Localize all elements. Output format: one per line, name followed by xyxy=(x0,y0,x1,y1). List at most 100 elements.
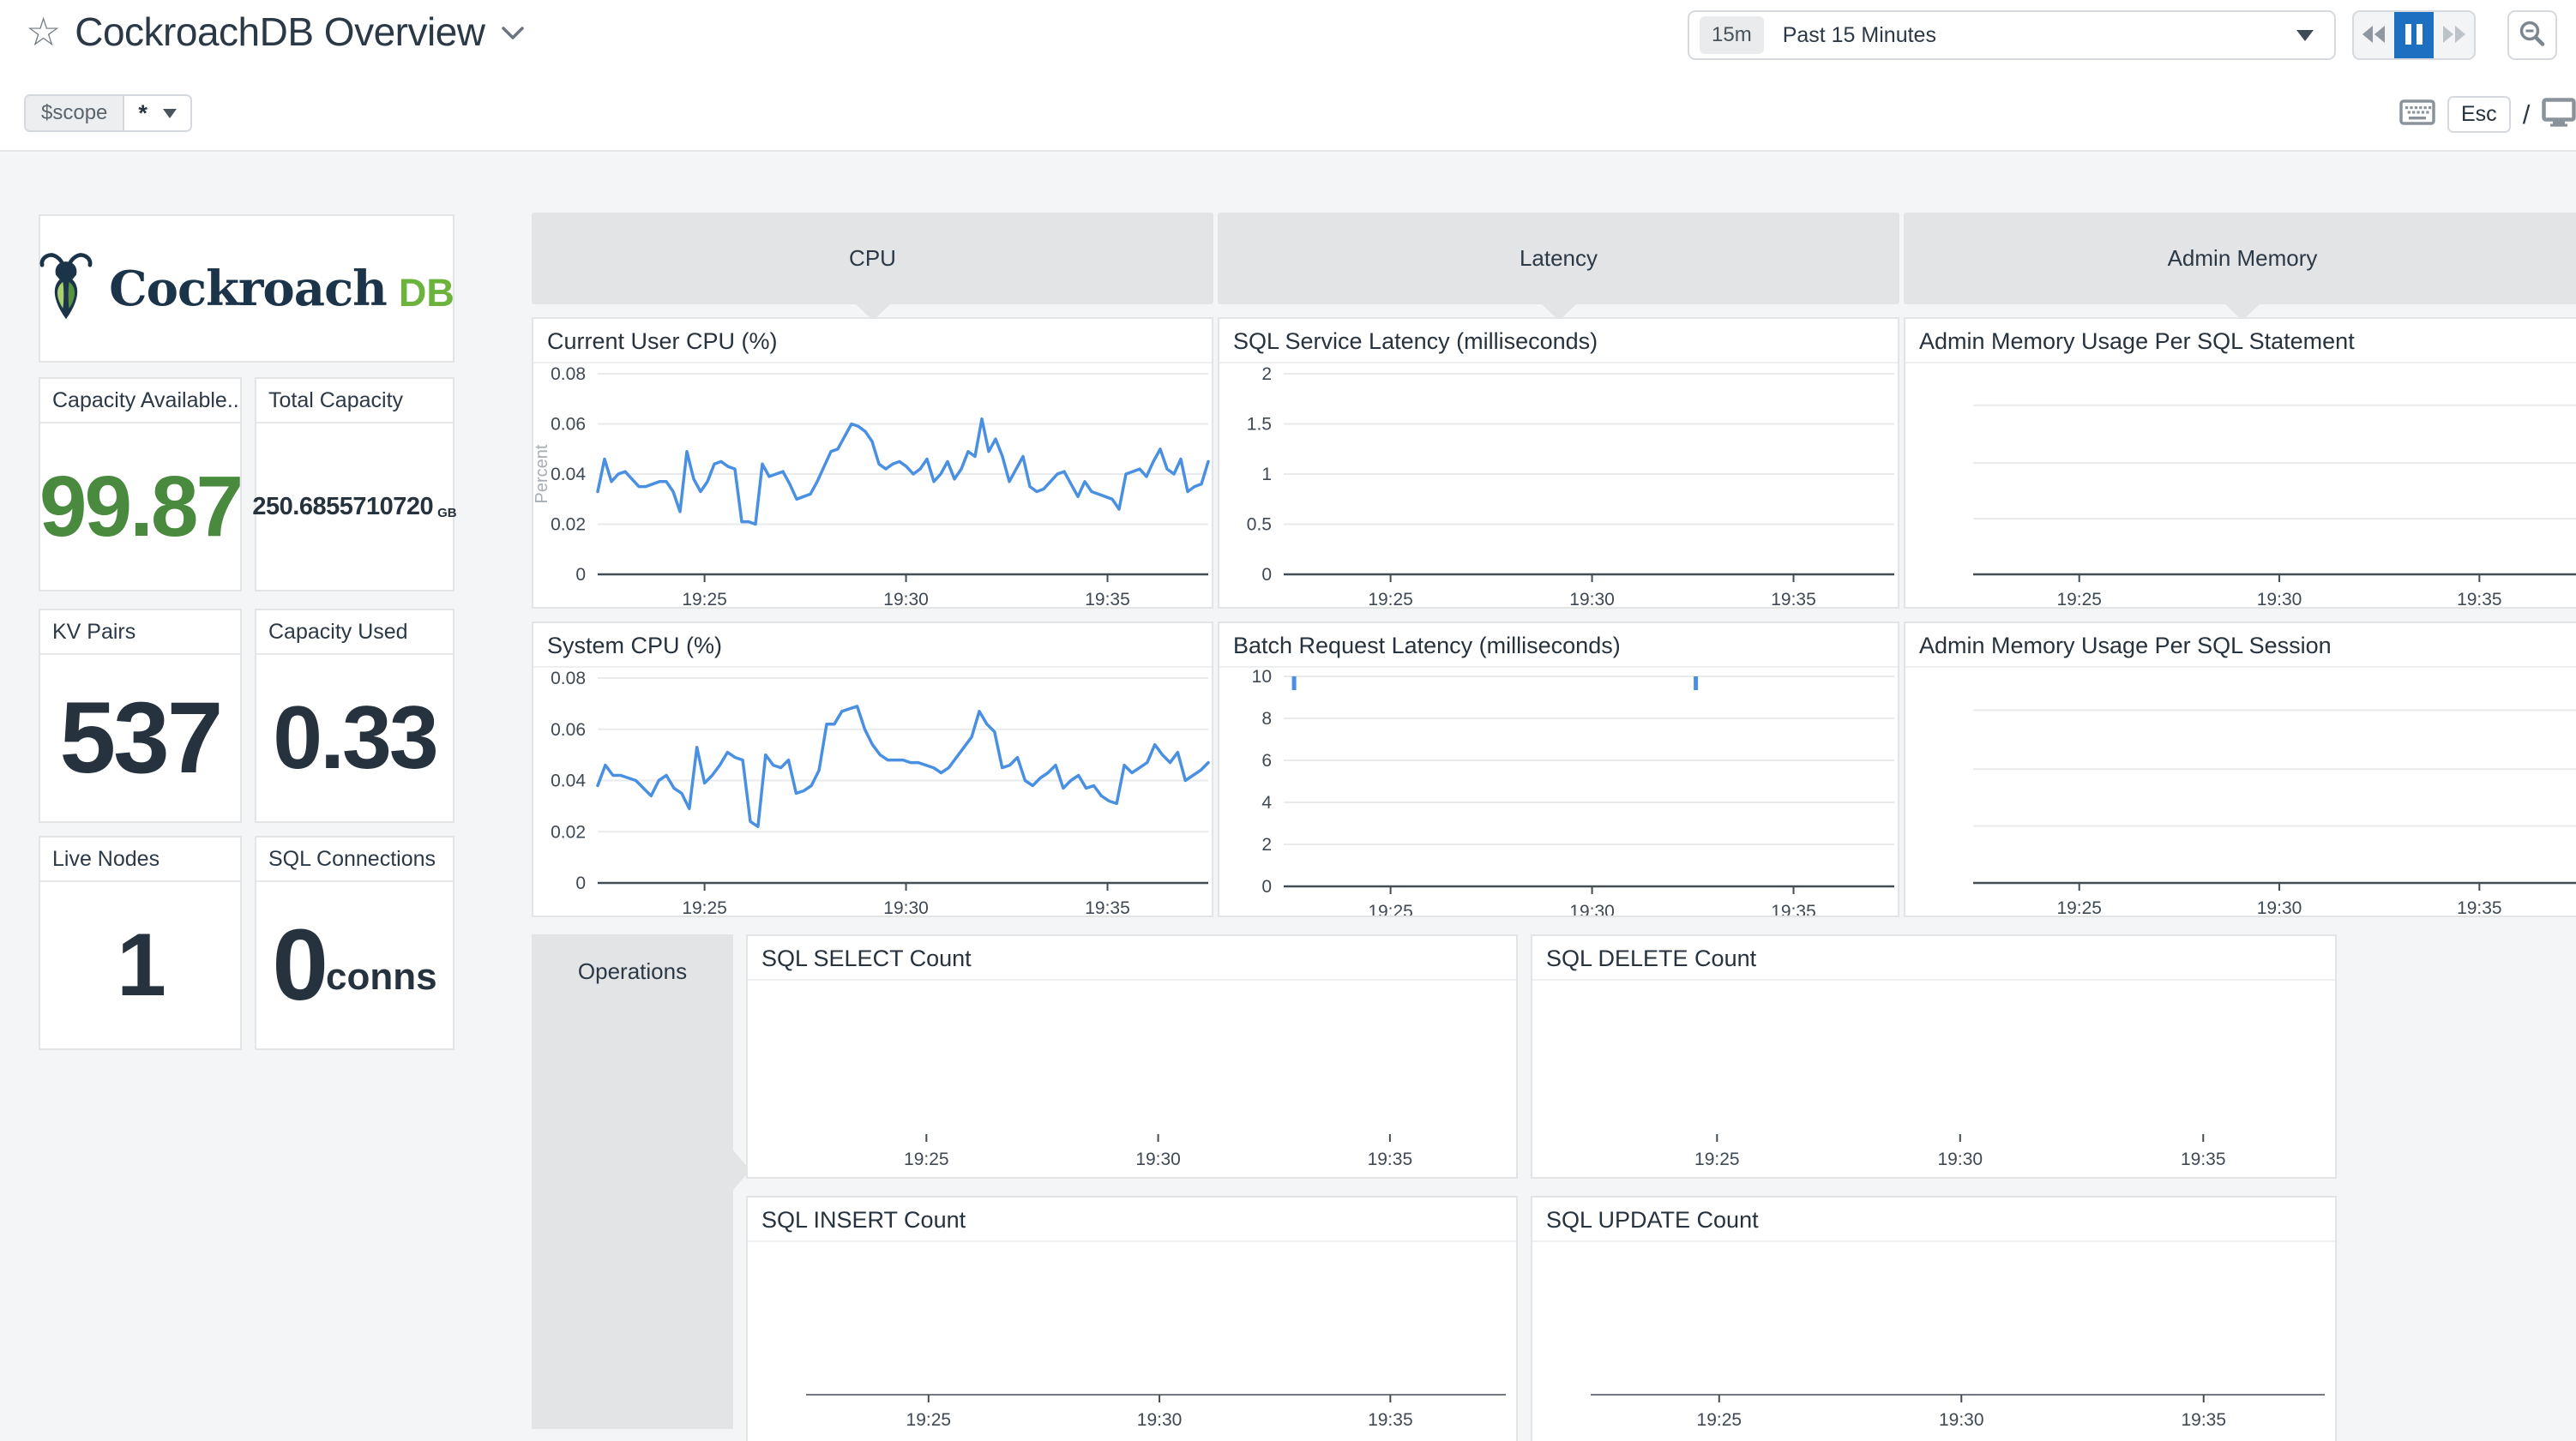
chart-card-current-user-cpu[interactable]: Current User CPU (%) 0.08 0.06 0.04 0.02 0 19… xyxy=(532,317,1213,609)
svg-text:19:25: 19:25 xyxy=(1697,1410,1742,1430)
chart-title: System CPU (%) xyxy=(533,623,1212,668)
stat-value: 537 xyxy=(60,680,221,796)
chart-card-sql-select-count[interactable]: SQL SELECT Count 19:2519:3019:35 xyxy=(746,934,1518,1179)
svg-text:0: 0 xyxy=(575,565,586,585)
group-header-admin-memory[interactable]: Admin Memory xyxy=(1904,213,2576,304)
svg-text:2: 2 xyxy=(1261,364,1272,384)
group-header-latency[interactable]: Latency xyxy=(1218,213,1899,304)
chart-card-sql-insert-count[interactable]: SQL INSERT Count 19:2519:3019:35 xyxy=(746,1196,1518,1441)
svg-text:19:25: 19:25 xyxy=(682,590,727,607)
svg-text:19:25: 19:25 xyxy=(1694,1150,1740,1169)
svg-text:19:35: 19:35 xyxy=(2457,590,2502,607)
svg-text:0.04: 0.04 xyxy=(551,465,586,484)
svg-text:2: 2 xyxy=(1261,835,1272,855)
svg-text:19:25: 19:25 xyxy=(904,1150,949,1169)
svg-text:0.02: 0.02 xyxy=(551,822,586,842)
stat-card-capacity-used[interactable]: Capacity Used 0.33 xyxy=(255,609,454,823)
time-range-label: Past 15 Minutes xyxy=(1783,23,1936,48)
svg-text:Percent: Percent xyxy=(533,444,551,503)
stat-card-total-capacity[interactable]: Total Capacity 250.6855710720GB xyxy=(255,377,454,591)
sql-insert-count-plot[interactable]: 19:2519:3019:35 xyxy=(748,1242,1516,1441)
top-bar: ☆ CockroachDB Overview 15m Past 15 Minut… xyxy=(0,0,2576,152)
keyboard-icon[interactable] xyxy=(2399,99,2435,129)
stat-card-kv-pairs[interactable]: KV Pairs 537 xyxy=(39,609,242,823)
title-chevron-down-icon[interactable] xyxy=(499,25,527,46)
admin-memory-session-plot[interactable]: 19:2519:3019:35 xyxy=(1905,668,2576,916)
time-range-picker[interactable]: 15m Past 15 Minutes xyxy=(1688,10,2336,60)
svg-text:19:35: 19:35 xyxy=(2181,1150,2226,1169)
chart-card-sql-update-count[interactable]: SQL UPDATE Count 19:25 19:30 19:35 xyxy=(1531,1196,2337,1441)
svg-text:19:30: 19:30 xyxy=(883,590,929,607)
svg-text:19:35: 19:35 xyxy=(1771,902,1816,916)
page-title: CockroachDB Overview xyxy=(75,9,485,55)
svg-text:0.06: 0.06 xyxy=(551,720,586,740)
svg-text:0.5: 0.5 xyxy=(1247,515,1272,535)
esc-key-hint: Esc xyxy=(2447,96,2511,133)
chart-card-sql-delete-count[interactable]: SQL DELETE Count 19:2519:3019:35 xyxy=(1531,934,2337,1179)
fast-forward-icon xyxy=(2441,23,2467,48)
svg-text:0.02: 0.02 xyxy=(551,515,586,535)
group-label: Admin Memory xyxy=(2168,245,2318,272)
cockroachdb-logo-card[interactable]: Cockroach DB xyxy=(39,214,454,363)
stat-value: 250.6855710720 xyxy=(252,493,433,521)
scope-caret-icon xyxy=(163,109,177,118)
time-range-caret-icon xyxy=(2296,30,2314,41)
sql-select-count-plot[interactable]: 19:2519:3019:35 xyxy=(748,981,1516,1177)
svg-text:1: 1 xyxy=(1261,465,1272,484)
batch-request-latency-plot[interactable]: 108642019:2519:3019:35 xyxy=(1219,668,1898,916)
chart-card-admin-memory-statement[interactable]: Admin Memory Usage Per SQL Statement 19:… xyxy=(1904,317,2576,609)
tv-mode-icon[interactable] xyxy=(2542,98,2576,131)
scope-filter-selected: * xyxy=(138,100,147,127)
chart-title: SQL Service Latency (milliseconds) xyxy=(1219,319,1898,363)
pause-icon xyxy=(2404,22,2424,49)
svg-text:19:35: 19:35 xyxy=(1085,898,1130,916)
system-cpu-plot[interactable]: 0.080.060.040.02019:2519:3019:35 xyxy=(533,668,1212,916)
svg-text:19:35: 19:35 xyxy=(1771,590,1816,607)
fast-forward-button[interactable] xyxy=(2434,12,2474,58)
chart-title: SQL UPDATE Count xyxy=(1532,1198,2335,1242)
admin-memory-statement-plot[interactable]: 19:2519:3019:35 xyxy=(1905,363,2576,607)
svg-text:19:35: 19:35 xyxy=(2181,1410,2226,1430)
svg-text:19:30: 19:30 xyxy=(1938,1150,1983,1169)
stat-card-live-nodes[interactable]: Live Nodes 1 xyxy=(39,836,242,1050)
stat-title: Capacity Used xyxy=(256,610,453,655)
svg-text:19:30: 19:30 xyxy=(1939,1410,1984,1430)
svg-text:8: 8 xyxy=(1261,709,1272,729)
logo-wordmark: Cockroach xyxy=(109,261,387,317)
chart-title: SQL SELECT Count xyxy=(748,936,1516,981)
logo-suffix: DB xyxy=(399,262,454,315)
scope-filter[interactable]: $scope * xyxy=(24,94,192,132)
favorite-star-icon[interactable]: ☆ xyxy=(26,12,61,51)
chart-card-sql-service-latency[interactable]: SQL Service Latency (milliseconds) 21.51… xyxy=(1218,317,1899,609)
sql-update-count-plot[interactable]: 19:25 19:30 19:35 xyxy=(1532,1242,2335,1441)
group-header-operations[interactable]: Operations xyxy=(532,934,733,1429)
svg-text:0.08: 0.08 xyxy=(551,364,586,384)
sql-service-latency-plot[interactable]: 21.510.5019:2519:3019:35 xyxy=(1219,363,1898,607)
stat-card-sql-connections[interactable]: SQL Connections 0conns xyxy=(255,836,454,1050)
svg-text:19:35: 19:35 xyxy=(1368,1410,1413,1430)
svg-text:0.06: 0.06 xyxy=(551,415,586,435)
svg-text:4: 4 xyxy=(1261,793,1272,813)
rewind-icon xyxy=(2361,23,2386,48)
chart-title: Current User CPU (%) xyxy=(533,319,1212,363)
svg-text:19:25: 19:25 xyxy=(1368,590,1413,607)
svg-text:0: 0 xyxy=(1261,565,1272,585)
group-header-cpu[interactable]: CPU xyxy=(532,213,1213,304)
chart-card-system-cpu[interactable]: System CPU (%) 0.080.060.040.02019:2519:… xyxy=(532,621,1213,917)
stat-card-capacity-available[interactable]: Capacity Available... 99.87 xyxy=(39,377,242,591)
stat-title: KV Pairs xyxy=(40,610,240,655)
svg-text:19:30: 19:30 xyxy=(1137,1410,1183,1430)
pause-button[interactable] xyxy=(2394,12,2435,58)
zoom-out-button[interactable] xyxy=(2507,10,2557,60)
svg-text:10: 10 xyxy=(1252,668,1272,687)
sql-delete-count-plot[interactable]: 19:25 19:30 19:35 xyxy=(1532,981,2335,1177)
rewind-button[interactable] xyxy=(2354,12,2394,58)
chart-card-admin-memory-session[interactable]: Admin Memory Usage Per SQL Session 19:25… xyxy=(1904,621,2576,917)
svg-text:0: 0 xyxy=(1261,877,1272,897)
chart-card-batch-request-latency[interactable]: Batch Request Latency (milliseconds) 108… xyxy=(1218,621,1899,917)
stat-value: 0.33 xyxy=(273,687,436,790)
group-label: CPU xyxy=(849,245,896,272)
stat-value: 0 xyxy=(272,907,326,1024)
current-user-cpu-plot[interactable]: 0.080.060.040.02019:2519:3019:35Percent xyxy=(533,363,1212,607)
svg-text:19:30: 19:30 xyxy=(1569,590,1615,607)
